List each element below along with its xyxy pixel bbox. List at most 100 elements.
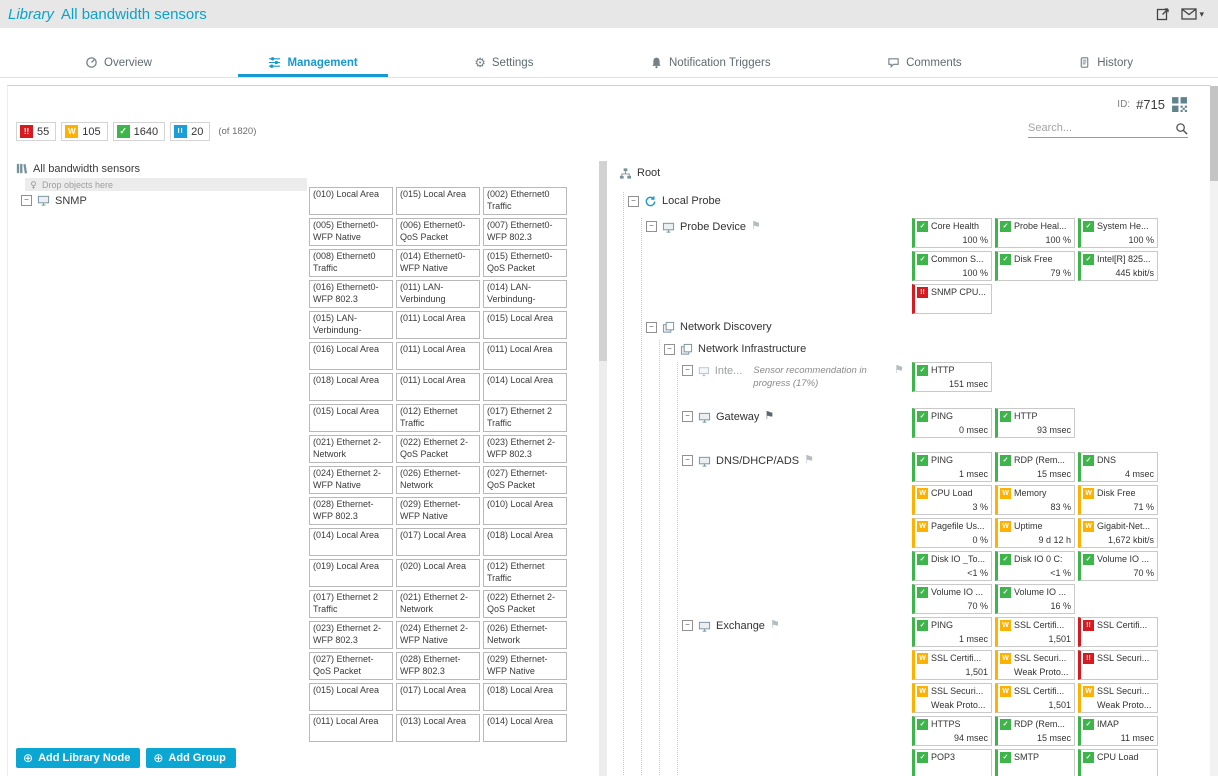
collapse-toggle[interactable]: −: [646, 322, 657, 333]
device-label-inte[interactable]: − Inte... Sensor recommendation in progr…: [682, 362, 912, 391]
library-sensor-box[interactable]: (013) Local Area: [396, 714, 480, 742]
library-sensor-box[interactable]: (017) Ethernet 2 Traffic: [309, 590, 393, 618]
library-sensor-box[interactable]: (024) Ethernet 2-WFP Native: [396, 621, 480, 649]
library-sensor-box[interactable]: (021) Ethernet 2-Network: [309, 435, 393, 463]
sensor-chip[interactable]: !!SSL Securi...: [1078, 650, 1158, 680]
tab-settings[interactable]: ⚙ Settings: [444, 48, 563, 77]
library-sensor-box[interactable]: (002) Ethernet0 Traffic: [483, 187, 567, 215]
main-scrollbar[interactable]: [1210, 86, 1218, 776]
library-sensor-box[interactable]: (017) Ethernet 2 Traffic: [483, 404, 567, 432]
sensor-chip[interactable]: !!SNMP CPU...: [912, 284, 992, 314]
sensor-chip[interactable]: ✓RDP (Rem...15 msec: [995, 452, 1075, 482]
sensor-chip[interactable]: ✓HTTP93 msec: [995, 408, 1075, 438]
search-input[interactable]: [1028, 120, 1175, 136]
collapse-toggle[interactable]: −: [664, 344, 675, 355]
library-sensor-box[interactable]: (027) Ethernet-QoS Packet: [483, 466, 567, 494]
sensor-chip[interactable]: ✓POP3: [912, 749, 992, 776]
tree-node-network-infrastructure[interactable]: − Network Infrastructure: [664, 340, 1158, 358]
sensor-chip[interactable]: ✓Disk IO _To...<1 %: [912, 551, 992, 581]
sensor-chip[interactable]: ✓System He...100 %: [1078, 218, 1158, 248]
library-sensor-box[interactable]: (015) Local Area: [483, 311, 567, 339]
sensor-chip[interactable]: ✓Probe Heal...100 %: [995, 218, 1075, 248]
library-sensor-box[interactable]: (020) Local Area: [396, 559, 480, 587]
sensor-chip[interactable]: WMemory83 %: [995, 485, 1075, 515]
library-sensor-box[interactable]: (011) Local Area: [483, 342, 567, 370]
library-sensor-box[interactable]: (005) Ethernet0-WFP Native: [309, 218, 393, 246]
collapse-toggle[interactable]: −: [682, 620, 693, 631]
library-sensor-box[interactable]: (015) Local Area: [309, 683, 393, 711]
sensor-chip[interactable]: !!SSL Certifi...: [1078, 617, 1158, 647]
tab-comments[interactable]: Comments: [857, 48, 992, 77]
device-label-dns-dhcp-ads[interactable]: − DNS/DHCP/ADS ⚑: [682, 452, 912, 468]
library-sensor-box[interactable]: (029) Ethernet-WFP Native: [396, 497, 480, 525]
panel-scrollbar[interactable]: [599, 161, 607, 776]
device-label-exchange[interactable]: − Exchange ⚑: [682, 617, 912, 633]
library-sensor-box[interactable]: (015) Ethernet0-QoS Packet: [483, 249, 567, 277]
sensor-chip[interactable]: ✓Volume IO ...70 %: [912, 584, 992, 614]
flag-icon[interactable]: ⚑: [764, 411, 774, 422]
library-sensor-box[interactable]: (011) Local Area: [396, 373, 480, 401]
tree-node-network-discovery[interactable]: − Network Discovery: [646, 318, 1158, 336]
sensor-chip[interactable]: ✓Volume IO ...16 %: [995, 584, 1075, 614]
library-sensor-box[interactable]: (011) Local Area: [396, 342, 480, 370]
sensor-chip[interactable]: ✓SMTP: [995, 749, 1075, 776]
library-sensor-box[interactable]: (021) Ethernet 2-Network: [396, 590, 480, 618]
library-root-node[interactable]: All bandwidth sensors: [15, 161, 307, 176]
library-sensor-box[interactable]: (026) Ethernet-Network: [483, 621, 567, 649]
sensor-chip[interactable]: WSSL Certifi...1,501: [912, 650, 992, 680]
sensor-chip[interactable]: ✓HTTP151 msec: [912, 362, 992, 392]
sensor-chip[interactable]: WGigabit-Net...1,672 kbit/s: [1078, 518, 1158, 548]
sensor-chip[interactable]: WSSL Certifi...1,501: [995, 617, 1075, 647]
scrollbar-thumb[interactable]: [599, 161, 607, 361]
flag-icon[interactable]: ⚑: [770, 620, 780, 631]
report-export-icon[interactable]: [1155, 6, 1171, 22]
library-sensor-box[interactable]: (014) Local Area: [309, 528, 393, 556]
sensor-chip[interactable]: ✓PING0 msec: [912, 408, 992, 438]
library-sensor-box[interactable]: (012) Ethernet Traffic: [483, 559, 567, 587]
library-sensor-box[interactable]: (007) Ethernet0-WFP 802.3: [483, 218, 567, 246]
tab-overview[interactable]: Overview: [55, 48, 182, 77]
sensor-chip[interactable]: ✓PING1 msec: [912, 452, 992, 482]
sensor-chip[interactable]: WSSL Securi...Weak Proto...: [912, 683, 992, 713]
status-badge-warning[interactable]: W 105: [61, 122, 107, 141]
library-sensor-box[interactable]: (015) LAN-Verbindung-: [309, 311, 393, 339]
status-badge-up[interactable]: ✓ 1640: [113, 122, 165, 141]
add-library-node-button[interactable]: ⊕ Add Library Node: [16, 748, 140, 768]
sensor-chip[interactable]: ✓Common S...100 %: [912, 251, 992, 281]
library-sensor-box[interactable]: (028) Ethernet-WFP 802.3: [396, 652, 480, 680]
flag-icon[interactable]: ⚑: [804, 455, 814, 466]
library-sensor-box[interactable]: (022) Ethernet 2-QoS Packet: [396, 435, 480, 463]
sensor-chip[interactable]: WUptime9 d 12 h: [995, 518, 1075, 548]
sensor-chip[interactable]: ✓PING1 msec: [912, 617, 992, 647]
sensor-chip[interactable]: ✓HTTPS94 msec: [912, 716, 992, 746]
sensor-chip[interactable]: ✓Core Health100 %: [912, 218, 992, 248]
add-group-button[interactable]: ⊕ Add Group: [146, 748, 236, 768]
library-sensor-box[interactable]: (022) Ethernet 2-QoS Packet: [483, 590, 567, 618]
library-sensor-box[interactable]: (014) Ethernet0-WFP Native: [396, 249, 480, 277]
library-sensor-box[interactable]: (017) Local Area: [396, 683, 480, 711]
library-sensor-box[interactable]: (028) Ethernet-WFP 802.3: [309, 497, 393, 525]
library-sensor-box[interactable]: (014) Local Area: [483, 714, 567, 742]
library-node-snmp[interactable]: − SNMP: [21, 193, 307, 208]
flag-icon[interactable]: ⚑: [751, 221, 761, 232]
status-badge-down[interactable]: !! 55: [16, 122, 56, 141]
tab-history[interactable]: History: [1048, 48, 1163, 77]
library-sensor-box[interactable]: (014) Local Area: [483, 373, 567, 401]
library-sensor-box[interactable]: (018) Local Area: [483, 683, 567, 711]
sensor-chip[interactable]: WSSL Securi...Weak Proto...: [1078, 683, 1158, 713]
sensor-chip[interactable]: ✓Intel[R] 825...445 kbit/s: [1078, 251, 1158, 281]
sensor-chip[interactable]: WSSL Certifi...1,501: [995, 683, 1075, 713]
library-sensor-box[interactable]: (011) LAN-Verbindung: [396, 280, 480, 308]
sensor-chip[interactable]: ✓CPU Load: [1078, 749, 1158, 776]
library-sensor-box[interactable]: (011) Local Area: [396, 311, 480, 339]
library-sensor-box[interactable]: (019) Local Area: [309, 559, 393, 587]
sensor-chip[interactable]: ✓DNS4 msec: [1078, 452, 1158, 482]
library-sensor-box[interactable]: (026) Ethernet-Network: [396, 466, 480, 494]
library-sensor-box[interactable]: (012) Ethernet Traffic: [396, 404, 480, 432]
library-sensor-box[interactable]: (016) Ethernet0-WFP 802.3: [309, 280, 393, 308]
collapse-toggle[interactable]: −: [682, 411, 693, 422]
sensor-chip[interactable]: WDisk Free71 %: [1078, 485, 1158, 515]
library-sensor-box[interactable]: (006) Ethernet0-QoS Packet: [396, 218, 480, 246]
library-sensor-box[interactable]: (023) Ethernet 2-WFP 802.3: [483, 435, 567, 463]
tab-notification-triggers[interactable]: Notification Triggers: [620, 48, 801, 77]
